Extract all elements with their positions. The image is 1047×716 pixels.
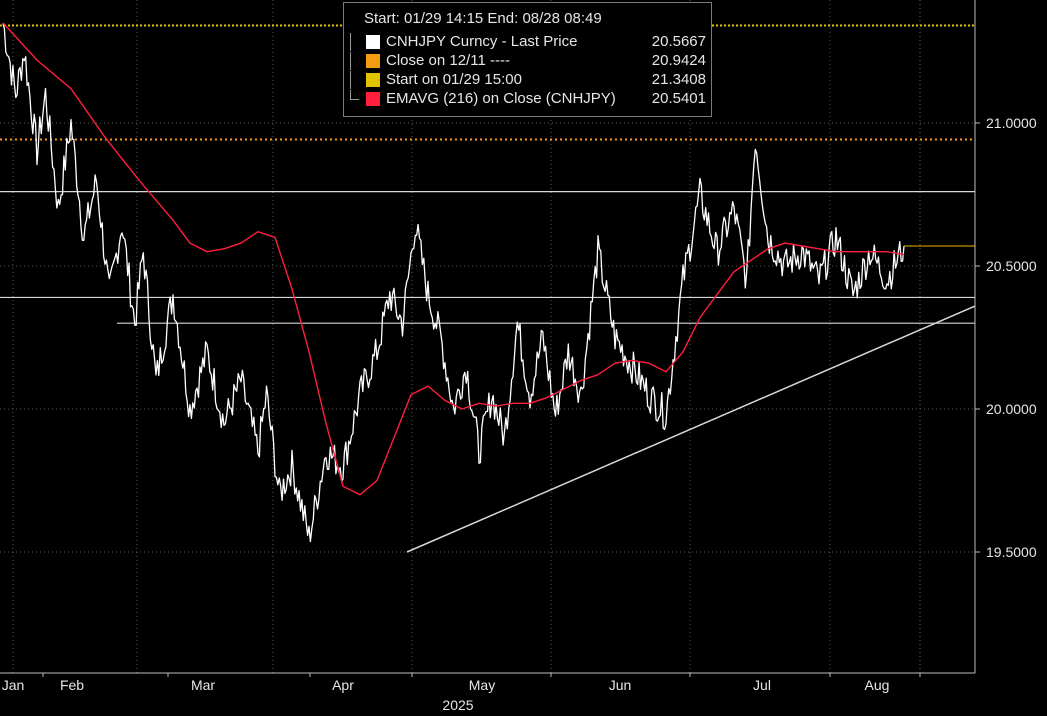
tree-connector bbox=[350, 52, 359, 70]
x-tick-label: May bbox=[469, 677, 495, 693]
y-tick-label: 21.0000 bbox=[986, 115, 1037, 131]
legend-label: Start on 01/29 15:00 bbox=[386, 71, 522, 88]
legend-row: CNHJPY Curncy - Last Price 20.5667 bbox=[350, 33, 706, 51]
y-tick-label: 20.5000 bbox=[986, 258, 1037, 274]
legend-value: 20.9424 bbox=[651, 52, 706, 69]
legend-box: Start: 01/29 14:15 End: 08/28 08:49 CNHJ… bbox=[343, 2, 712, 117]
x-tick-label: Jun bbox=[609, 677, 632, 693]
legend-swatch bbox=[366, 54, 380, 68]
legend-swatch bbox=[366, 35, 380, 49]
y-tick-label: 19.5000 bbox=[986, 544, 1037, 560]
legend-value: 20.5401 bbox=[651, 90, 706, 107]
legend-swatch bbox=[366, 73, 380, 87]
legend-label: CNHJPY Curncy - Last Price bbox=[386, 33, 578, 50]
tree-connector bbox=[350, 90, 359, 100]
x-tick-label: Jul bbox=[753, 677, 771, 693]
x-tick-label: Feb bbox=[60, 677, 84, 693]
legend-label: Close on 12/11 ---- bbox=[386, 52, 510, 69]
y-tick-label: 20.0000 bbox=[986, 401, 1037, 417]
legend-label: EMAVG (216) on Close (CNHJPY) bbox=[386, 90, 616, 107]
legend-header: Start: 01/29 14:15 End: 08/28 08:49 bbox=[364, 10, 602, 27]
x-tick-label: Jan bbox=[2, 677, 25, 693]
x-tick-label: Mar bbox=[191, 677, 215, 693]
legend-row: Close on 12/11 ---- 20.9424 bbox=[350, 52, 706, 70]
legend-row: EMAVG (216) on Close (CNHJPY) 20.5401 bbox=[350, 90, 706, 108]
tree-connector bbox=[350, 33, 359, 51]
legend-swatch bbox=[366, 92, 380, 106]
trendline bbox=[406, 305, 976, 553]
legend-value: 21.3408 bbox=[651, 71, 706, 88]
x-year-label: 2025 bbox=[442, 697, 473, 713]
legend-row: Start on 01/29 15:00 21.3408 bbox=[350, 71, 706, 89]
tree-connector bbox=[350, 71, 359, 89]
x-tick-label: Aug bbox=[865, 677, 890, 693]
legend-value: 20.5667 bbox=[651, 33, 706, 50]
x-tick-label: Apr bbox=[332, 677, 354, 693]
